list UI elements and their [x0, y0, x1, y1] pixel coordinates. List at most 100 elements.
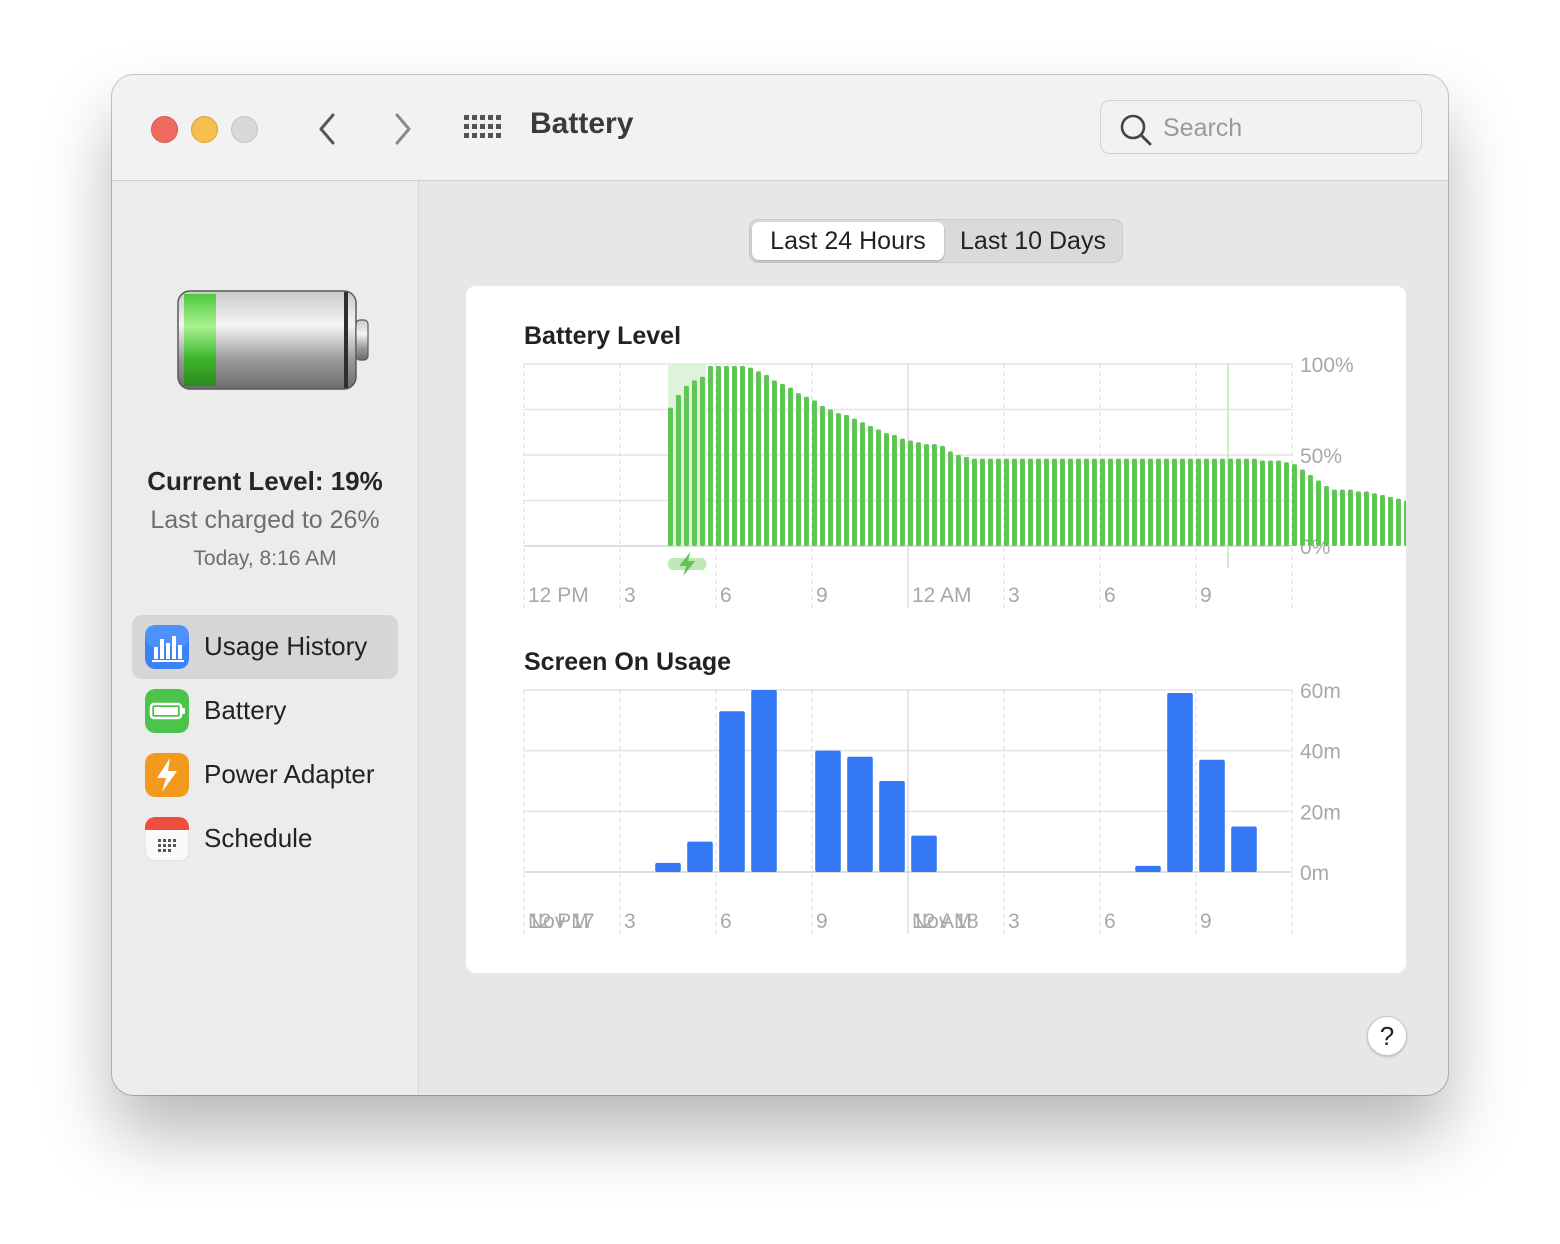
- bar-chart-icon: [145, 625, 189, 669]
- battery-level-bar: [1244, 458, 1249, 546]
- battery-level-bar: [804, 396, 809, 546]
- minimize-button[interactable]: [191, 116, 218, 143]
- battery-level-bar: [1012, 458, 1017, 546]
- battery-level-bar: [1284, 462, 1289, 546]
- battery-level-bar: [764, 374, 769, 546]
- x-tick-label: 6: [720, 910, 732, 933]
- battery-level-bar: [1364, 491, 1369, 546]
- battery-level-bar: [1092, 458, 1097, 546]
- battery-level-bar: [1148, 458, 1153, 546]
- time-range-segmented-control: Last 24 Hours Last 10 Days: [749, 219, 1123, 263]
- y-tick-label: 0m: [1300, 862, 1329, 885]
- search-input[interactable]: [1161, 109, 1415, 147]
- date-label: Nov 17: [528, 910, 595, 933]
- battery-level-bar: [892, 434, 897, 546]
- battery-level-bar: [820, 405, 825, 546]
- show-all-button[interactable]: [462, 113, 502, 141]
- title-bar: Battery: [112, 75, 1448, 181]
- battery-level-bar: [1116, 458, 1121, 546]
- search-icon: [1120, 114, 1152, 146]
- forward-button[interactable]: [387, 109, 417, 149]
- date-label: Nov 18: [912, 910, 979, 933]
- x-tick-label: 3: [624, 910, 636, 933]
- sidebar-item-schedule[interactable]: Schedule: [132, 807, 398, 871]
- screen-usage-bar: [751, 690, 777, 872]
- battery-level-bar: [724, 365, 729, 546]
- current-level-label: Current Level: 19%: [147, 466, 383, 496]
- screen-usage-bar: [1199, 759, 1225, 872]
- search-field[interactable]: [1100, 100, 1422, 154]
- x-tick-label: 12 AM: [912, 584, 972, 607]
- battery-level-bar: [1180, 458, 1185, 546]
- battery-icon: [145, 689, 189, 733]
- last-charged-label: Last charged to 26%: [150, 506, 380, 534]
- battery-level-bar: [1164, 458, 1169, 546]
- battery-level-bar: [1100, 458, 1105, 546]
- y-tick-label: 40m: [1300, 741, 1341, 764]
- help-button[interactable]: ?: [1367, 1016, 1407, 1056]
- battery-level-bar: [996, 458, 1001, 546]
- battery-level-bar: [972, 458, 977, 546]
- sidebar-item-power-adapter[interactable]: Power Adapter: [132, 743, 398, 807]
- y-tick-label: 50%: [1300, 445, 1342, 468]
- screen-usage-bar: [847, 756, 873, 872]
- battery-level-bar: [1004, 458, 1009, 546]
- battery-level-bar: [1068, 458, 1073, 546]
- x-tick-label: 3: [1008, 584, 1020, 607]
- screen-usage-bar: [1135, 865, 1161, 872]
- screen-usage-bar: [687, 841, 713, 872]
- bolt-icon: [145, 753, 189, 797]
- battery-level-bar: [1292, 464, 1297, 546]
- battery-level-bar: [980, 458, 985, 546]
- battery-level-bar: [884, 433, 889, 546]
- battery-level-bar: [796, 393, 801, 546]
- battery-level-bar: [1372, 493, 1377, 546]
- battery-level-bar: [900, 438, 905, 546]
- sidebar-item-usage-history[interactable]: Usage History: [132, 615, 398, 679]
- x-tick-label: 9: [816, 584, 828, 607]
- battery-level-bar: [1308, 475, 1313, 546]
- battery-level-bar: [1084, 458, 1089, 546]
- battery-level-bar: [1188, 458, 1193, 546]
- tab-last-24-hours[interactable]: Last 24 Hours: [752, 222, 944, 260]
- bolt-icon: [679, 552, 696, 576]
- battery-level-bar: [1396, 498, 1401, 546]
- battery-level-bar: [1324, 485, 1329, 546]
- battery-level-bar: [1052, 458, 1057, 546]
- sidebar-item-battery[interactable]: Battery: [132, 679, 398, 743]
- battery-level-bar: [828, 409, 833, 546]
- battery-level-bar: [668, 407, 673, 546]
- y-tick-label: 20m: [1300, 801, 1341, 824]
- usage-charts: 100%50%0%12 PM 3 6 9 12 AM 3 6 960m40m20m0m12 P…: [523, 354, 1406, 934]
- x-tick-label: 9: [816, 910, 828, 933]
- battery-level-bar: [772, 380, 777, 546]
- battery-level-bar: [748, 367, 753, 546]
- battery-preferences-window: Battery Search Current Level: 19% Last c…: [112, 75, 1448, 1095]
- battery-level-bar: [756, 371, 761, 546]
- battery-level-bar: [964, 456, 969, 546]
- battery-level-bar: [1388, 496, 1393, 546]
- x-tick-label: 6: [720, 584, 732, 607]
- screen-usage-bar: [879, 781, 905, 872]
- chevron-left-icon: [319, 113, 335, 145]
- close-button[interactable]: [151, 116, 178, 143]
- battery-level-bar: [876, 429, 881, 546]
- charged-time-label: Today, 8:16 AM: [193, 547, 337, 570]
- battery-level-bar: [860, 422, 865, 546]
- battery-level-bar: [684, 385, 689, 546]
- battery-level-bar: [940, 445, 945, 546]
- battery-level-bar: [956, 455, 961, 546]
- battery-level-bar: [1028, 458, 1033, 546]
- battery-level-bar: [1276, 460, 1281, 546]
- battery-level-bar: [1196, 458, 1201, 546]
- tab-last-10-days[interactable]: Last 10 Days: [946, 222, 1120, 260]
- sidebar-item-label: Usage History: [204, 631, 368, 661]
- battery-level-bar: [1220, 458, 1225, 546]
- battery-level-bar: [1316, 480, 1321, 546]
- x-tick-label: 3: [1008, 910, 1020, 933]
- x-tick-label: 9: [1200, 910, 1212, 933]
- battery-level-bar: [868, 425, 873, 546]
- back-button[interactable]: [313, 109, 343, 149]
- zoom-button[interactable]: [231, 116, 258, 143]
- x-tick-label: 6: [1104, 584, 1116, 607]
